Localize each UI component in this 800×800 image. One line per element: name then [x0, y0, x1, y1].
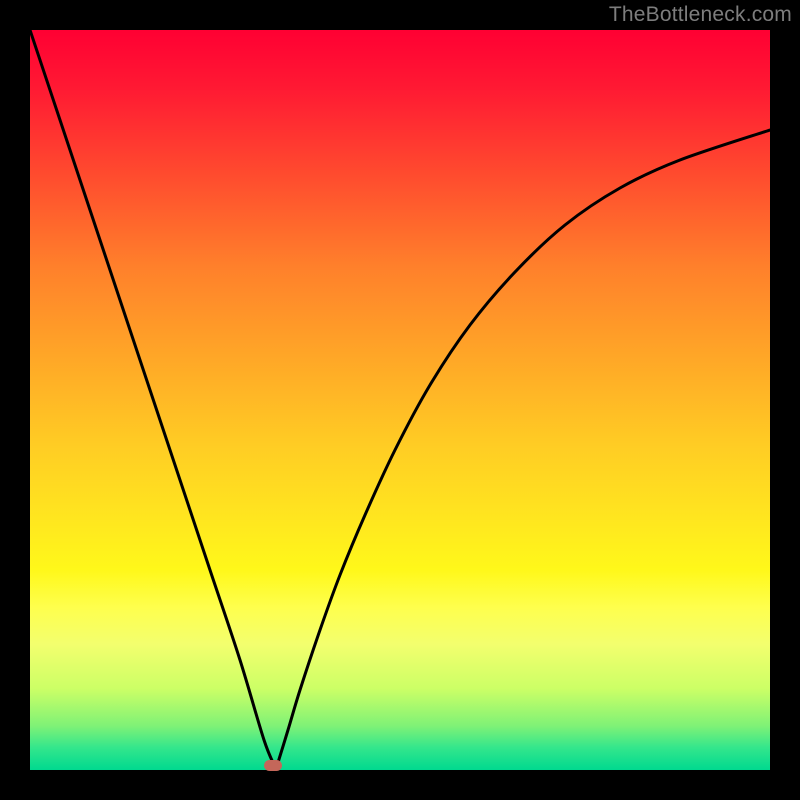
chart-frame: TheBottleneck.com — [0, 0, 800, 800]
watermark-text: TheBottleneck.com — [609, 3, 792, 27]
curve-right-branch — [276, 130, 770, 769]
bottleneck-curve — [30, 30, 770, 770]
optimum-marker — [264, 760, 282, 771]
curve-left-branch — [30, 30, 276, 769]
